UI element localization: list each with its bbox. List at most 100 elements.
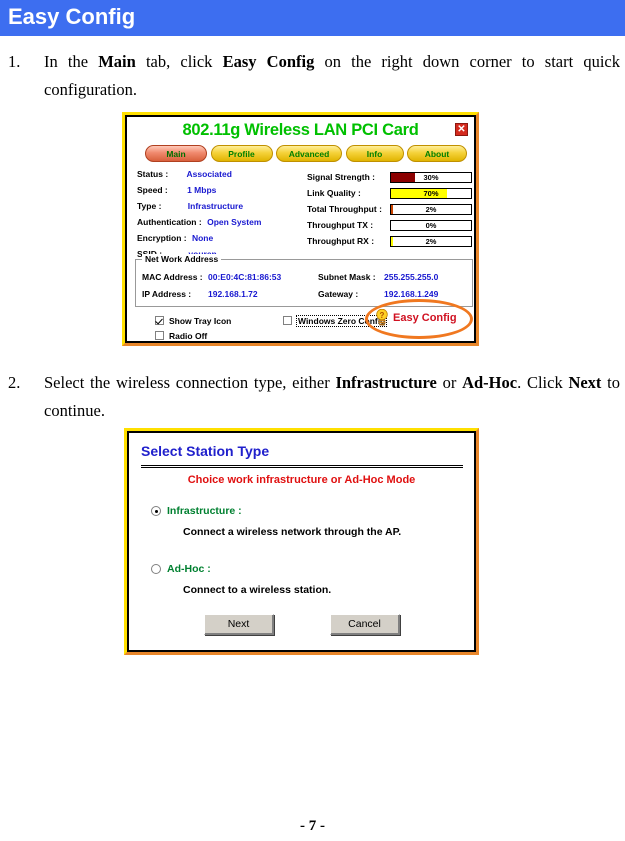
emphasis-text: Easy Config (222, 52, 315, 71)
network-address-legend: Net Work Address (142, 254, 222, 264)
meter-total-throughput: Total Throughput : 2% (307, 201, 474, 217)
step-1: 1. In the Main tab, click Easy Config on… (8, 48, 620, 104)
mac-address-label: MAC Address : (142, 272, 203, 282)
step-1-number: 1. (8, 52, 21, 71)
ip-address-value: 192.168.1.72 (208, 289, 258, 299)
meter-label: Total Throughput : (307, 204, 382, 214)
figure-wireless-utility: 802.11g Wireless LAN PCI Card ✕ Main Pro… (122, 112, 479, 346)
status-field-encryption: Encryption : None (137, 233, 297, 249)
meter-track: 70% (390, 187, 472, 199)
status-label: Status : (137, 169, 169, 179)
radio-label: Infrastructure : (167, 505, 242, 517)
status-field-list: Status : Associated Speed : 1 Mbps Type … (137, 169, 297, 265)
plain-text: tab, click (135, 52, 223, 71)
meter-value: 30% (423, 172, 439, 182)
meter-value: 70% (423, 188, 439, 198)
meter-track: 2% (390, 203, 472, 215)
select-station-type-subtitle: Choice work infrastructure or Ad-Hoc Mod… (187, 474, 416, 486)
status-value: Associated (186, 169, 232, 179)
meter-link-quality: Link Quality : 70% (307, 185, 474, 201)
page-header-banner: Easy Config (0, 0, 625, 36)
cancel-button[interactable]: Cancel (329, 614, 400, 635)
tab-about[interactable]: About (407, 145, 467, 162)
status-field-type: Type : Infrastructure (137, 201, 297, 217)
subnet-mask-label: Subnet Mask : (318, 272, 376, 282)
meter-track: 2% (390, 235, 472, 247)
status-field-speed: Speed : 1 Mbps (137, 185, 297, 201)
authentication-value: Open System (207, 217, 262, 227)
select-station-type-heading: Select Station Type (141, 443, 270, 459)
radio-icon[interactable] (151, 564, 161, 574)
speed-value: 1 Mbps (187, 185, 217, 195)
dialog-button-row: Next Cancel (129, 614, 474, 635)
meter-throughput-tx: Throughput TX : 0% (307, 217, 474, 233)
meter-value: 0% (425, 220, 437, 230)
checkbox-icon[interactable] (283, 316, 292, 325)
heading-divider (141, 465, 463, 468)
plain-text: Select the wireless connection type, eit… (44, 373, 336, 392)
ip-address-label: IP Address : (142, 289, 192, 299)
meter-value: 2% (425, 236, 437, 246)
option-ad-hoc[interactable]: Ad-Hoc : Connect to a wireless station. (151, 563, 331, 596)
meter-track: 30% (390, 171, 472, 183)
easy-config-label: Easy Config (393, 311, 457, 324)
checkbox-icon[interactable] (155, 331, 164, 340)
select-station-type-dialog: Select Station Type Choice work infrastr… (127, 431, 476, 652)
plain-text: . Click (517, 373, 569, 392)
meter-label: Throughput TX : (307, 220, 374, 230)
wireless-utility-tabbar: Main Profile Advanced Info About (145, 145, 467, 162)
meter-value: 2% (425, 204, 437, 214)
tab-profile[interactable]: Profile (210, 145, 273, 162)
radio-ad-hoc-row[interactable]: Ad-Hoc : (151, 563, 331, 575)
svg-text:?: ? (380, 311, 385, 320)
status-field-status: Status : Associated (137, 169, 297, 185)
mac-address-value: 00:E0:4C:81:86:53 (208, 272, 282, 282)
radio-icon[interactable] (151, 506, 161, 516)
easy-config-button[interactable]: ? Easy Config (375, 308, 457, 326)
encryption-label: Encryption : (137, 233, 187, 243)
meter-throughput-rx: Throughput RX : 2% (307, 233, 474, 249)
meter-track: 0% (390, 219, 472, 231)
type-label: Type : (137, 201, 162, 211)
status-field-authentication: Authentication : Open System (137, 217, 297, 233)
option-infrastructure[interactable]: Infrastructure : Connect a wireless netw… (151, 505, 401, 538)
radio-infrastructure-row[interactable]: Infrastructure : (151, 505, 401, 517)
type-value: Infrastructure (187, 201, 244, 211)
emphasis-text: Ad-Hoc (462, 373, 518, 392)
tab-main[interactable]: Main (145, 145, 207, 162)
plain-text: or (436, 373, 463, 392)
meter-label: Link Quality : (307, 188, 361, 198)
checkbox-icon[interactable] (155, 316, 164, 325)
checkbox-label: Radio Off (169, 330, 208, 341)
meter-list: Signal Strength : 30% Link Quality : 70%… (307, 169, 474, 249)
emphasis-text: Next (568, 373, 602, 392)
step-2-number: 2. (8, 373, 21, 392)
tab-info[interactable]: Info (345, 145, 404, 162)
plain-text: In the (44, 52, 99, 71)
gateway-label: Gateway : (318, 289, 359, 299)
wireless-utility-title: 802.11g Wireless LAN PCI Card (182, 121, 419, 139)
step-1-text: In the Main tab, click Easy Config on th… (44, 48, 620, 104)
encryption-value: None (191, 233, 214, 243)
wireless-utility-window: 802.11g Wireless LAN PCI Card ✕ Main Pro… (125, 115, 476, 343)
subnet-mask-value: 255.255.255.0 (384, 272, 439, 282)
step-2-text: Select the wireless connection type, eit… (44, 369, 620, 425)
tab-advanced[interactable]: Advanced (276, 145, 342, 162)
emphasis-text: Infrastructure (335, 373, 437, 392)
close-icon[interactable]: ✕ (455, 123, 468, 136)
meter-label: Throughput RX : (307, 236, 375, 246)
checkbox-label: Show Tray Icon (169, 315, 232, 326)
lightbulb-question-icon: ? (375, 308, 389, 326)
option-description: Connect to a wireless station. (183, 584, 332, 596)
emphasis-text: Main (98, 52, 136, 71)
meter-signal-strength: Signal Strength : 30% (307, 169, 474, 185)
step-2: 2. Select the wireless connection type, … (8, 369, 620, 425)
checkbox-radio-off[interactable]: Radio Off (155, 328, 405, 341)
next-button[interactable]: Next (203, 614, 274, 635)
figure-select-station-type: Select Station Type Choice work infrastr… (124, 428, 479, 655)
speed-label: Speed : (137, 185, 168, 195)
option-description: Connect a wireless network through the A… (183, 526, 402, 538)
authentication-label: Authentication : (137, 217, 202, 227)
page-title: Easy Config (8, 4, 136, 29)
meter-label: Signal Strength : (307, 172, 375, 182)
